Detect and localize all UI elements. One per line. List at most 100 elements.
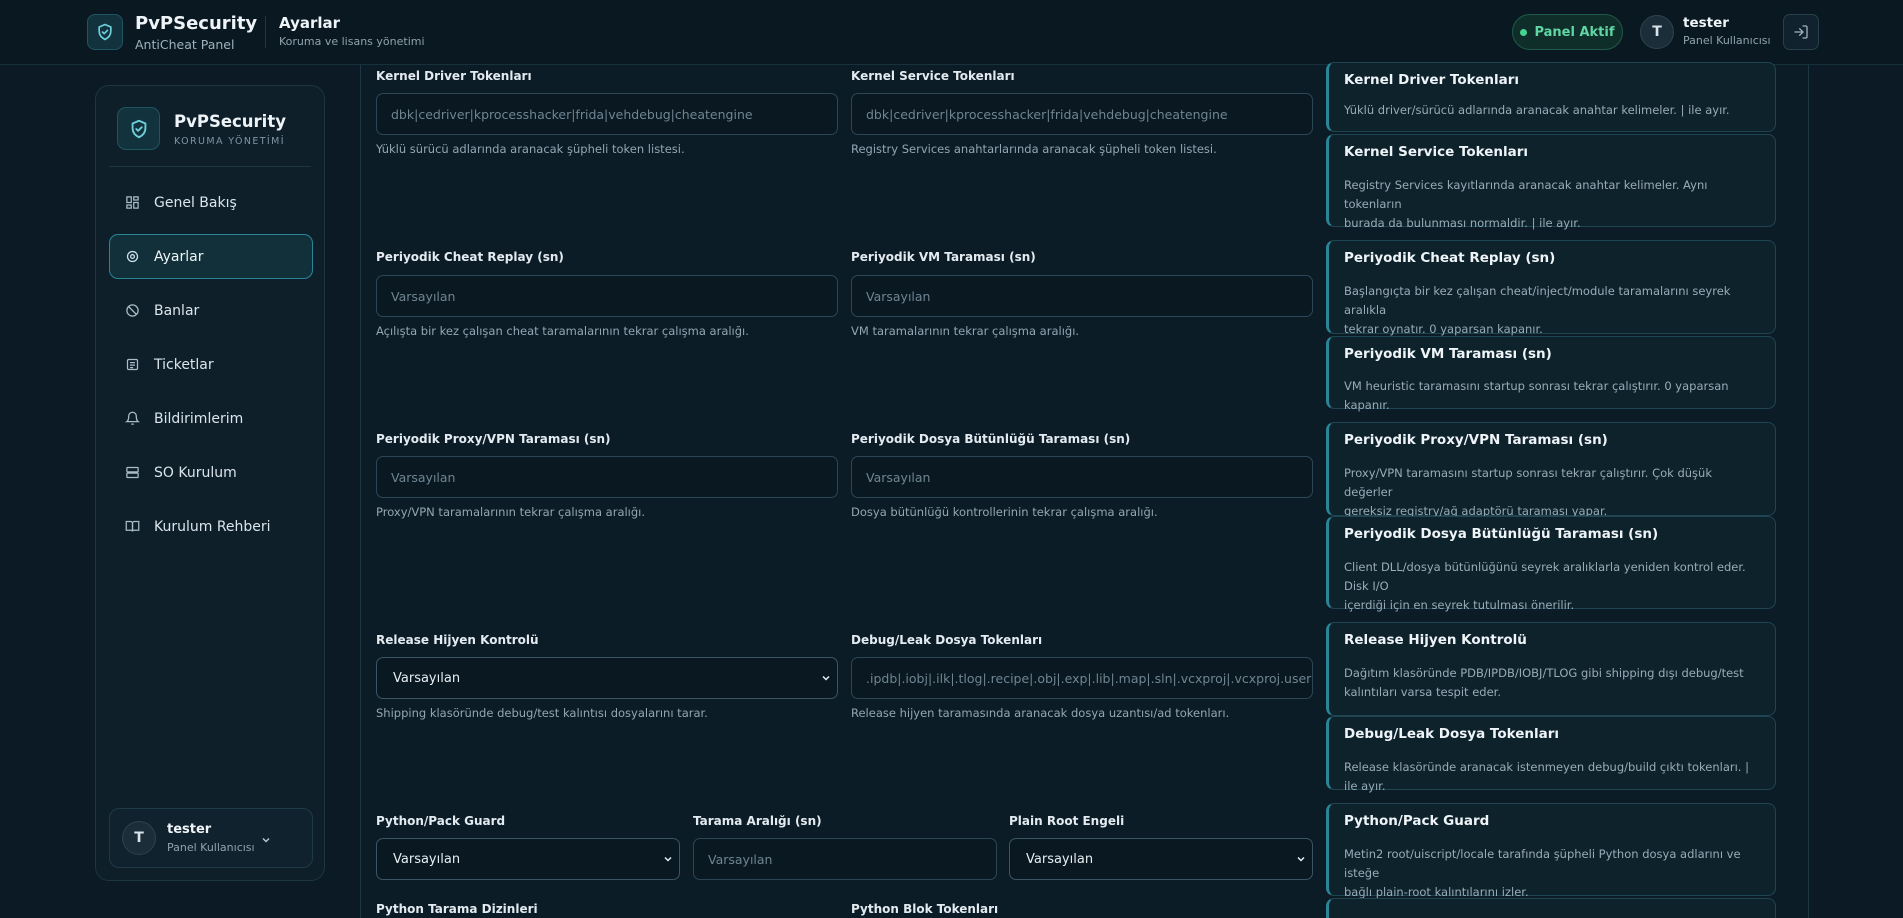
sidebar-item-ticketlar[interactable]: Ticketlar (109, 342, 313, 387)
kernel-driver-input[interactable] (376, 93, 838, 135)
chevron-down-icon (662, 853, 674, 869)
shield-logo-icon (87, 14, 123, 50)
kernel-driver-help: Yüklü sürücü adlarında aranacak şüpheli … (376, 142, 685, 156)
info-card-text: Metin2 root/uiscript/locale tarafında şü… (1344, 845, 1764, 902)
logout-button[interactable] (1783, 14, 1819, 50)
user-name: tester (167, 822, 212, 837)
sidebar-nav: Genel Bakış Ayarlar Banlar Ticketlar Bil… (109, 180, 313, 558)
info-card-line: Proxy/VPN taramasını startup sonrası tek… (1344, 466, 1712, 499)
info-card: Periyodik Cheat Replay (sn) Başlangıçta … (1326, 240, 1776, 336)
gear-icon (124, 249, 140, 265)
info-card-text: VM heuristic taramasını startup sonrası … (1344, 377, 1764, 415)
sidebar-item-so-kurulum[interactable]: SO Kurulum (109, 450, 313, 495)
info-card-text: Başlangıçta bir kez çalışan cheat/inject… (1344, 282, 1764, 339)
info-card-line: Client DLL/dosya bütünlüğünü seyrek aral… (1344, 560, 1746, 593)
info-card-line: içerdiği için en seyrek tutulması öneril… (1344, 598, 1575, 612)
sidebar-item-label: Ticketlar (154, 356, 214, 373)
sidebar-divider (109, 166, 311, 167)
ticket-icon (124, 357, 140, 373)
info-card-text: Release klasöründe aranacak istenmeyen d… (1344, 758, 1764, 796)
file-integrity-input[interactable] (851, 456, 1313, 498)
cheat-replay-help: Açılışta bir kez çalışan cheat taramalar… (376, 324, 749, 338)
python-guard-select[interactable]: Varsayılan (376, 838, 680, 880)
sidebar-item-banlar[interactable]: Banlar (109, 288, 313, 333)
user-role: Panel Kullanıcısı (167, 841, 255, 854)
sidebar-item-label: Banlar (154, 302, 200, 319)
brand-title: PvPSecurity (135, 13, 258, 34)
sidebar: PvPSecurity KORUMA YÖNETİMİ Genel Bakış … (95, 85, 325, 881)
info-card-title: Periyodik VM Taraması (sn) (1344, 346, 1552, 362)
info-card-line: Başlangıçta bir kez çalışan cheat/inject… (1344, 284, 1731, 317)
logout-icon (1794, 25, 1808, 39)
bell-icon (124, 411, 140, 427)
shield-logo-icon (117, 107, 160, 150)
sidebar-user-menu[interactable]: T tester Panel Kullanıcısı (109, 808, 313, 868)
release-hygiene-help: Shipping klasöründe debug/test kalıntısı… (376, 706, 708, 720)
sidebar-item-kurulum-rehberi[interactable]: Kurulum Rehberi (109, 504, 313, 549)
user-role: Panel Kullanıcısı (1683, 34, 1771, 47)
python-dirs-label: Python Tarama Dizinleri (376, 902, 538, 916)
proxy-scan-help: Proxy/VPN taramalarının tekrar çalışma a… (376, 505, 646, 519)
chevron-down-icon (820, 672, 832, 688)
plain-root-select[interactable]: Varsayılan (1009, 838, 1313, 880)
avatar: T (122, 821, 156, 855)
info-card-line: burada da bulunması normaldir. | ile ayı… (1344, 216, 1581, 230)
sidebar-item-label: Genel Bakış (154, 194, 237, 211)
vm-scan-input[interactable] (851, 275, 1313, 317)
sidebar-item-genel-bakis[interactable]: Genel Bakış (109, 180, 313, 225)
info-card: Release Hijyen Kontrolü Dağıtım klasörün… (1326, 622, 1776, 716)
debug-leak-help: Release hijyen taramasında aranacak dosy… (851, 706, 1230, 720)
info-card-title: Kernel Driver Tokenları (1344, 72, 1520, 88)
release-hygiene-select[interactable]: Varsayılan (376, 657, 838, 699)
proxy-scan-label: Periyodik Proxy/VPN Taraması (sn) (376, 432, 611, 446)
sidebar-item-label: Bildirimlerim (154, 410, 244, 427)
cheat-replay-label: Periyodik Cheat Replay (sn) (376, 250, 564, 264)
info-card: Periyodik VM Taraması (sn) VM heuristic … (1326, 336, 1776, 412)
info-card: Kernel Service Tokenları Registry Servic… (1326, 134, 1776, 230)
info-card-title: Periyodik Cheat Replay (sn) (1344, 250, 1556, 266)
header-divider (265, 16, 266, 48)
info-card-text: Dağıtım klasöründe PDB/IPDB/IOBJ/TLOG gi… (1344, 664, 1764, 702)
scan-interval-label: Tarama Aralığı (sn) (693, 814, 822, 828)
sidebar-item-label: SO Kurulum (154, 464, 237, 481)
kernel-service-input[interactable] (851, 93, 1313, 135)
file-integrity-help: Dosya bütünlüğü kontrollerinin tekrar ça… (851, 505, 1158, 519)
info-card: Periyodik Proxy/VPN Taraması (sn) Proxy/… (1326, 422, 1776, 518)
info-card-line: Dağıtım klasöründe PDB/IPDB/IOBJ/TLOG gi… (1344, 666, 1744, 680)
python-guard-label: Python/Pack Guard (376, 814, 506, 828)
cheat-replay-input[interactable] (376, 275, 838, 317)
sidebar-item-label: Ayarlar (154, 248, 204, 265)
scan-interval-input[interactable] (693, 838, 997, 880)
release-hygiene-label: Release Hijyen Kontrolü (376, 633, 539, 647)
kernel-service-label: Kernel Service Tokenları (851, 69, 1015, 83)
debug-leak-input[interactable] (851, 657, 1313, 699)
user-name: tester (1683, 15, 1729, 31)
info-card-line: kalıntıları varsa tespit eder. (1344, 685, 1501, 699)
info-card-title: Kernel Service Tokenları (1344, 144, 1529, 160)
sidebar-item-label: Kurulum Rehberi (154, 518, 271, 535)
debug-leak-label: Debug/Leak Dosya Tokenları (851, 633, 1043, 647)
sidebar-subtitle: KORUMA YÖNETİMİ (174, 136, 285, 147)
status-label: Panel Aktif (1534, 24, 1615, 40)
info-card-text: Proxy/VPN taramasını startup sonrası tek… (1344, 464, 1764, 521)
info-card: Kernel Driver Tokenları Yüklü driver/sür… (1326, 62, 1776, 132)
page-title: Ayarlar (279, 14, 341, 32)
server-icon (124, 465, 140, 481)
info-card-title: Periyodik Proxy/VPN Taraması (sn) (1344, 432, 1608, 448)
page-subtitle: Koruma ve lisans yönetimi (279, 35, 425, 48)
sidebar-item-ayarlar[interactable]: Ayarlar (109, 234, 313, 279)
ban-icon (124, 303, 140, 319)
top-bar: PvPSecurity AntiCheat Panel Ayarlar Koru… (0, 0, 1903, 65)
vm-scan-help: VM taramalarının tekrar çalışma aralığı. (851, 324, 1080, 338)
info-card-title: Release Hijyen Kontrolü (1344, 632, 1527, 648)
proxy-scan-input[interactable] (376, 456, 838, 498)
info-card: Periyodik Dosya Bütünlüğü Taraması (sn) … (1326, 516, 1776, 612)
info-card (1326, 898, 1776, 918)
file-integrity-label: Periyodik Dosya Bütünlüğü Taraması (sn) (851, 432, 1131, 446)
info-card-line: Release klasöründe aranacak istenmeyen d… (1344, 760, 1749, 793)
user-menu[interactable]: T tester Panel Kullanıcısı (1638, 13, 1778, 51)
chevron-down-icon (260, 831, 272, 850)
sidebar-item-bildirimlerim[interactable]: Bildirimlerim (109, 396, 313, 441)
info-card-text: Client DLL/dosya bütünlüğünü seyrek aral… (1344, 558, 1764, 615)
info-card-line: Yüklü driver/sürücü adlarında aranacak a… (1344, 103, 1730, 117)
